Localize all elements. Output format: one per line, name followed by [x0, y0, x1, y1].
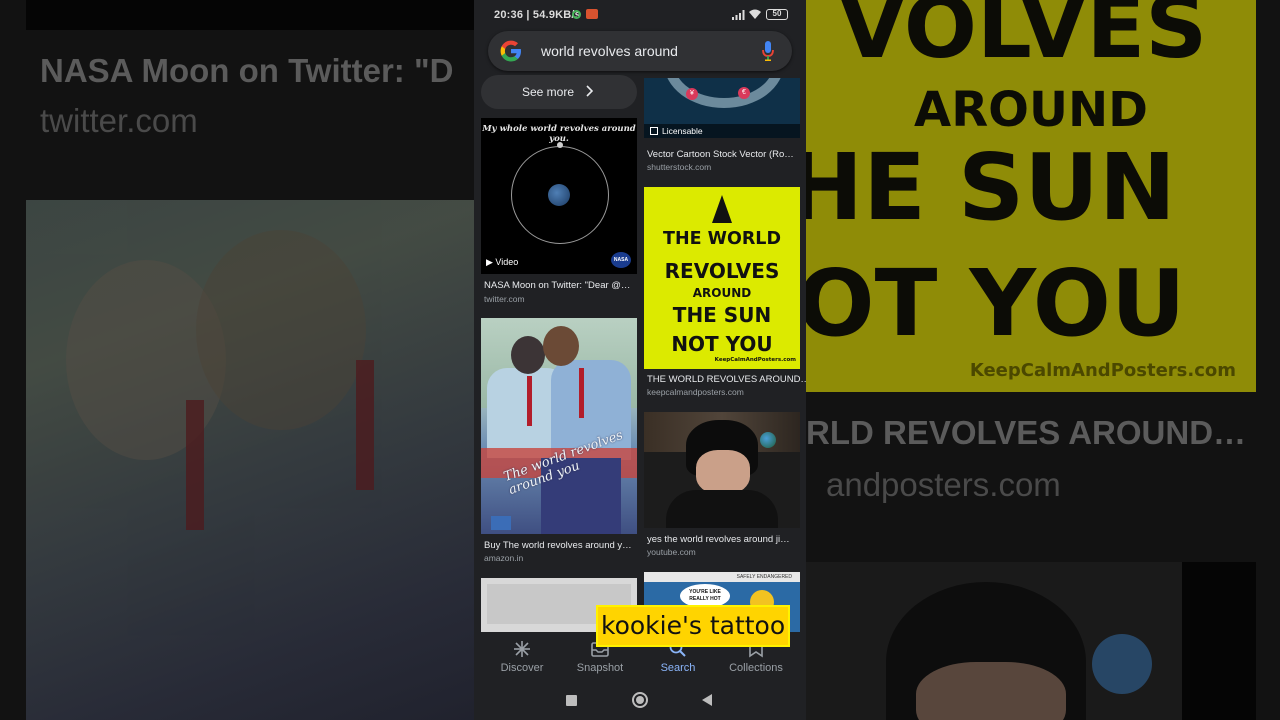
location-indicator-icon — [572, 10, 581, 19]
search-input[interactable]: world revolves around — [541, 43, 678, 59]
background-result-domain: andposters.com — [826, 466, 1061, 503]
result-card-nasa[interactable]: My whole world revolves around you. ▶ Vi… — [481, 118, 637, 308]
see-more-button[interactable]: See more — [481, 75, 637, 109]
tab-label: Search — [660, 662, 696, 674]
result-domain: keepcalmandposters.com — [647, 387, 744, 397]
result-thumbnail[interactable]: THE WORLD REVOLVES AROUND THE SUN NOT YO… — [644, 187, 800, 369]
battery-icon: 50 — [766, 9, 788, 20]
result-domain: twitter.com — [484, 294, 525, 304]
result-thumbnail[interactable]: My whole world revolves around you. ▶ Vi… — [481, 118, 637, 274]
background-poster-image: VOLVES AROUND HE SUN OT YOU KeepCalmAndP… — [806, 0, 1256, 392]
see-more-label: See more — [522, 85, 575, 99]
asterisk-icon — [514, 641, 530, 657]
result-thumbnail[interactable]: The world revolves around you — [481, 318, 637, 534]
result-card-stock[interactable]: ¥ € Licensable Vector Cartoon Stock Vecto… — [644, 78, 800, 178]
tab-label: Discover — [500, 662, 544, 674]
result-card-manga[interactable]: The world revolves around you Buy The wo… — [481, 318, 637, 568]
result-domain: youtube.com — [647, 547, 696, 557]
result-title[interactable]: Buy The world revolves around y… — [484, 540, 632, 551]
video-badge: ▶ Video — [486, 257, 519, 267]
result-card-youtube[interactable]: yes the world revolves around ji… youtub… — [644, 412, 800, 562]
background-video-image — [806, 562, 1256, 720]
result-card-poster[interactable]: THE WORLD REVOLVES AROUND THE SUN NOT YO… — [644, 187, 806, 401]
tab-discover[interactable]: Discover — [482, 632, 562, 682]
search-bar[interactable]: world revolves around — [488, 31, 792, 71]
google-logo-icon — [500, 40, 521, 62]
screen-record-icon — [586, 9, 598, 19]
result-domain: shutterstock.com — [647, 162, 712, 172]
nasa-logo-icon: NASA — [611, 252, 631, 268]
result-title[interactable]: Vector Cartoon Stock Vector (Ro… — [647, 149, 794, 160]
back-button[interactable] — [702, 694, 712, 706]
licensable-badge: Licensable — [644, 124, 800, 138]
result-domain: amazon.in — [484, 553, 524, 563]
license-icon — [650, 127, 658, 135]
background-right: VOLVES AROUND HE SUN OT YOU KeepCalmAndP… — [806, 0, 1280, 720]
crown-icon — [712, 195, 732, 223]
status-bar: 20:36 | 54.9KB/s 50 — [474, 0, 806, 28]
result-thumbnail[interactable] — [644, 412, 800, 528]
result-title[interactable]: yes the world revolves around ji… — [647, 534, 790, 545]
chevron-right-icon — [586, 85, 593, 97]
wifi-icon — [749, 9, 761, 19]
tab-label: Collections — [729, 662, 783, 674]
background-result-title: NASA Moon on Twitter: "D — [40, 52, 454, 89]
home-button[interactable] — [632, 692, 648, 708]
background-result-domain: twitter.com — [40, 102, 198, 139]
result-title[interactable]: NASA Moon on Twitter: "Dear @… — [484, 280, 630, 291]
background-left: NASA Moon on Twitter: "D twitter.com — [0, 0, 474, 720]
background-result-title: RLD REVOLVES AROUND… — [806, 414, 1247, 451]
microphone-icon[interactable] — [762, 41, 774, 61]
comic-header: SAFELY ENDANGERED — [644, 572, 800, 582]
background-strip — [26, 0, 474, 30]
result-thumbnail[interactable]: ¥ € Licensable — [644, 78, 800, 138]
signal-icon — [732, 10, 745, 20]
recents-button[interactable] — [566, 695, 577, 706]
tab-label: Snapshot — [576, 662, 624, 674]
system-navigation-bar — [474, 682, 806, 720]
video-caption-overlay: kookie's tattoo — [596, 605, 791, 647]
status-time: 20:36 | 54.9KB/s — [494, 9, 581, 21]
thumbnail-caption: My whole world revolves around you. — [482, 124, 636, 144]
background-manga-image — [26, 200, 474, 720]
result-title[interactable]: THE WORLD REVOLVES AROUND… — [647, 374, 806, 385]
